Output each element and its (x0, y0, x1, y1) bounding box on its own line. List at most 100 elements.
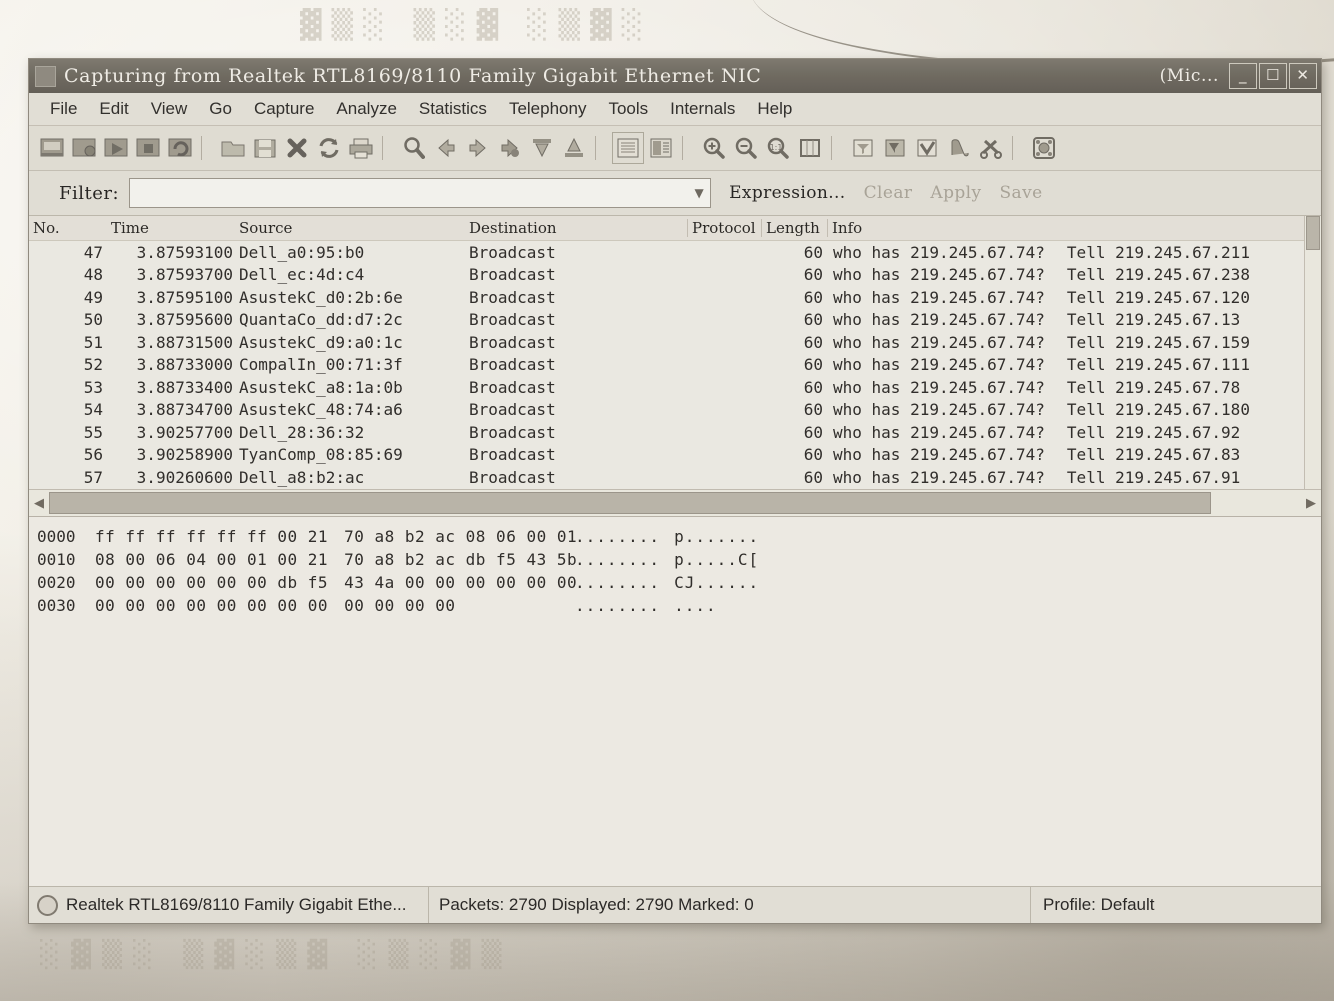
print-icon[interactable] (346, 133, 376, 163)
scrollbar-thumb[interactable] (1306, 216, 1320, 250)
packet-list-horizontal-scrollbar[interactable]: ◀ ▶ (29, 489, 1321, 516)
table-row[interactable]: 55 3.90257700 Dell_28:36:32 Broadcast 60 who … (29, 421, 1321, 444)
cell-info: who has 219.245.67.74? Tell 219.245.67.83 (827, 445, 1321, 464)
table-row[interactable]: 52 3.88733000 CompalIn_00:71:3f Broadcast 60… (29, 354, 1321, 377)
column-header-protocol[interactable]: Protocol (687, 219, 761, 237)
menu-item-capture[interactable]: Capture (243, 99, 325, 119)
hex-dump-rows: 0000 ff ff ff ff ff ff 00 21 70 a8 b2 ac 0… (37, 525, 1321, 617)
close-file-icon[interactable] (282, 133, 312, 163)
zoom-in-icon[interactable] (699, 133, 729, 163)
maximize-button[interactable]: ☐ (1259, 63, 1287, 89)
cell-source: Dell_a0:95:b0 (239, 242, 365, 262)
zoom-reset-icon[interactable]: 1:1 (763, 133, 793, 163)
table-row[interactable]: 53 3.88733400 AsustekC_a8:1a:0b Broadcast 60… (29, 376, 1321, 399)
menu-item-analyze[interactable]: Analyze (325, 99, 407, 119)
close-button[interactable]: ✕ (1289, 63, 1317, 89)
hex-dump-row[interactable]: 0030 00 00 00 00 00 00 00 00 00 00 00 00..… (37, 594, 1321, 617)
cell-length: 60 (803, 332, 823, 352)
minimize-button[interactable]: _ (1229, 63, 1257, 89)
about-icon[interactable] (1029, 133, 1059, 163)
capture-options-icon[interactable] (69, 133, 99, 163)
hex-dump-row[interactable]: 0010 08 00 06 04 00 01 00 21 70 a8 b2 ac d… (37, 548, 1321, 571)
help-contents-icon[interactable] (976, 133, 1006, 163)
menu-item-edit[interactable]: Edit (88, 99, 139, 119)
hex-dump-row[interactable]: 0020 00 00 00 00 00 00 db f5 43 4a 00 00 0… (37, 571, 1321, 594)
menu-item-internals[interactable]: Internals (659, 99, 746, 119)
coloring-rules-icon[interactable] (912, 133, 942, 163)
table-row[interactable]: 56 3.90258900 TyanComp_08:85:69 Broadcast 60… (29, 444, 1321, 467)
table-row[interactable]: 49 3.87595100 AsustekC_d0:2b:6e Broadcast 60… (29, 286, 1321, 309)
column-header-source[interactable]: Source (235, 219, 465, 237)
cell-time: 3.90257700 (136, 422, 233, 442)
start-capture-icon[interactable] (101, 133, 131, 163)
interfaces-icon[interactable] (37, 133, 67, 163)
apply-filter-button[interactable]: Apply (930, 183, 981, 203)
table-row[interactable]: 57 3.90260600 Dell_a8:b2:ac Broadcast 60 who … (29, 466, 1321, 489)
save-filter-button[interactable]: Save (999, 183, 1042, 203)
column-header-destination[interactable]: Destination (465, 219, 687, 237)
find-packet-icon[interactable] (399, 133, 429, 163)
menu-item-tools[interactable]: Tools (597, 99, 659, 119)
cell-time: 3.88731500 (136, 332, 233, 352)
hex-ascii-left: ........ (575, 573, 661, 592)
reload-icon[interactable] (314, 133, 344, 163)
status-interface[interactable]: Realtek RTL8169/8110 Family Gigabit Ethe… (29, 887, 429, 923)
capture-filters-icon[interactable] (848, 133, 878, 163)
column-header-time[interactable]: Time (107, 219, 235, 237)
restart-capture-icon[interactable] (165, 133, 195, 163)
menu-item-telephony[interactable]: Telephony (498, 99, 598, 119)
packet-bytes-pane[interactable]: 0000 ff ff ff ff ff ff 00 21 70 a8 b2 ac 0… (29, 517, 1321, 886)
info-query: who has 219.245.67.74? (833, 265, 1045, 285)
hex-bytes-left: 00 00 00 00 00 00 00 00 (95, 596, 329, 615)
menu-item-go[interactable]: Go (198, 99, 243, 119)
hex-bytes: 00 00 00 00 00 00 db f5 43 4a 00 00 00 00… (95, 573, 577, 592)
menu-item-statistics[interactable]: Statistics (408, 99, 498, 119)
open-file-icon[interactable] (218, 133, 248, 163)
column-header-no[interactable]: No. (29, 219, 107, 237)
chevron-down-icon[interactable]: ▼ (688, 179, 710, 207)
main-toolbar: 1:1 (29, 126, 1321, 171)
wireshark-icon (35, 65, 56, 87)
chevron-right-icon[interactable]: ▶ (1301, 496, 1321, 511)
table-row[interactable]: 54 3.88734700 AsustekC_48:74:a6 Broadcast 60… (29, 399, 1321, 422)
status-profile[interactable]: Profile: Default (1031, 887, 1321, 923)
zoom-out-icon[interactable] (731, 133, 761, 163)
save-file-icon[interactable] (250, 133, 280, 163)
menu-item-help[interactable]: Help (746, 99, 803, 119)
hex-dump-row[interactable]: 0000 ff ff ff ff ff ff 00 21 70 a8 b2 ac 0… (37, 525, 1321, 548)
go-forward-icon[interactable] (463, 133, 493, 163)
info-query: who has 219.245.67.74? (833, 467, 1045, 487)
go-back-icon[interactable] (431, 133, 461, 163)
expression-button[interactable]: Expression... (729, 183, 846, 203)
column-header-info[interactable]: Info (827, 219, 1321, 237)
go-last-packet-icon[interactable] (559, 133, 589, 163)
go-first-packet-icon[interactable] (527, 133, 557, 163)
stop-capture-icon[interactable] (133, 133, 163, 163)
column-header-length[interactable]: Length (761, 219, 827, 237)
table-row[interactable]: 48 3.87593700 Dell_ec:4d:c4 Broadcast 60 who … (29, 264, 1321, 287)
table-row[interactable]: 51 3.88731500 AsustekC_d9:a0:1c Broadcast 60… (29, 331, 1321, 354)
resize-columns-icon[interactable] (795, 133, 825, 163)
filter-input[interactable] (130, 179, 689, 207)
scrollbar-thumb[interactable] (49, 492, 1211, 514)
preferences-icon[interactable] (944, 133, 974, 163)
menu-item-file[interactable]: File (39, 99, 88, 119)
auto-scroll-icon[interactable] (612, 132, 644, 164)
go-to-packet-icon[interactable] (495, 133, 525, 163)
filter-input-wrapper[interactable]: ▼ (129, 178, 712, 208)
status-bar: Realtek RTL8169/8110 Family Gigabit Ethe… (29, 886, 1321, 923)
menu-item-view[interactable]: View (140, 99, 199, 119)
cell-source: Dell_a8:b2:ac (239, 467, 365, 487)
clear-filter-button[interactable]: Clear (864, 183, 913, 203)
packet-list-vertical-scrollbar[interactable] (1304, 216, 1321, 490)
table-row[interactable]: 47 3.87593100 Dell_a0:95:b0 Broadcast 60 who … (29, 241, 1321, 264)
hex-bytes: ff ff ff ff ff ff 00 21 70 a8 b2 ac 08 06… (95, 527, 577, 546)
chevron-left-icon[interactable]: ◀ (29, 496, 49, 511)
hex-bytes: 00 00 00 00 00 00 00 00 00 00 00 00 (95, 596, 575, 615)
table-row[interactable]: 50 3.87595600 QuantaCo_dd:d7:2c Broadcast 60… (29, 309, 1321, 332)
cell-length: 60 (803, 377, 823, 397)
window-title-truncated: (Mic... (1159, 66, 1219, 86)
colorize-icon[interactable] (646, 133, 676, 163)
display-filters-icon[interactable] (880, 133, 910, 163)
packet-list-pane[interactable]: No. Time Source Destination Protocol Len… (29, 216, 1321, 517)
